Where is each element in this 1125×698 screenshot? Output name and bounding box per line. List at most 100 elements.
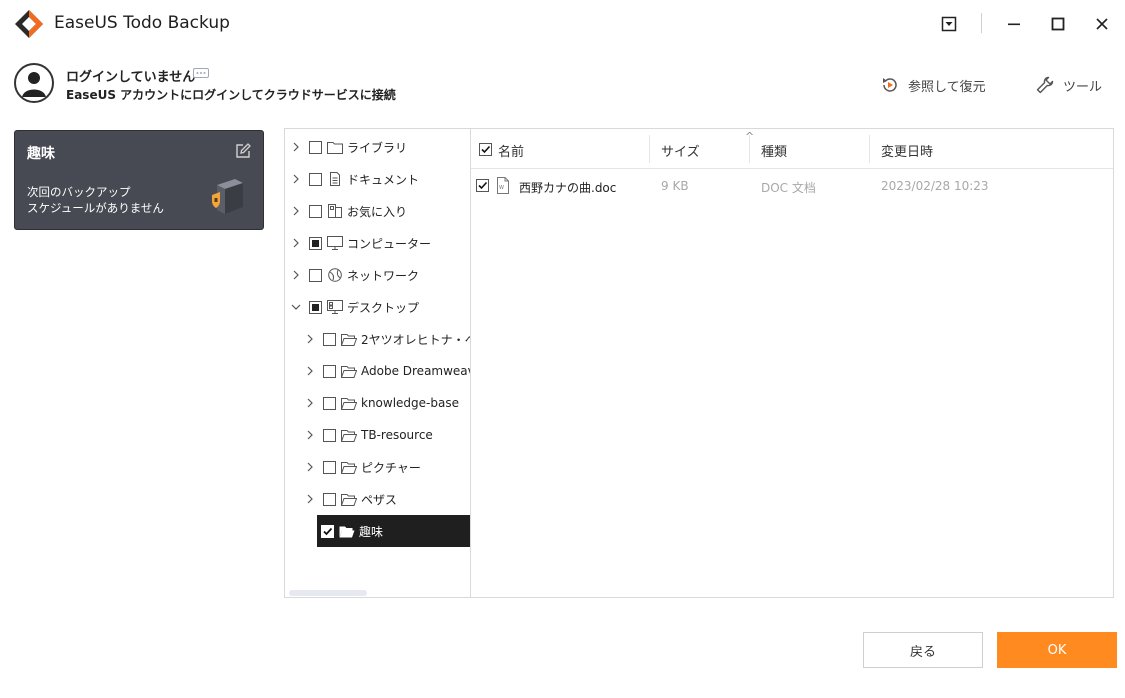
column-name[interactable]: 名前 — [498, 141, 524, 160]
wrench-icon — [1036, 76, 1054, 94]
chevron-right-icon[interactable] — [303, 396, 317, 410]
tree-checkbox-checked[interactable] — [321, 524, 334, 538]
minimize-button[interactable] — [1000, 10, 1028, 38]
app-title: EaseUS Todo Backup — [54, 13, 230, 33]
easeus-logo-icon — [15, 10, 43, 38]
tree-checkbox[interactable] — [323, 332, 336, 346]
select-all-checkbox[interactable] — [479, 143, 492, 156]
chevron-right-icon[interactable] — [289, 140, 303, 154]
file-row[interactable]: W 西野カナの曲.doc 9 KB DOC 文档 2023/02/28 10:2… — [471, 171, 1113, 201]
tree-child-folder[interactable]: 2ヤツオレヒトナ・ヘシニャ — [303, 323, 470, 355]
browse-restore-button[interactable]: 参照して復元 — [880, 74, 986, 96]
tree-item-label: 趣味 — [359, 524, 384, 539]
file-row-checkbox[interactable] — [476, 179, 489, 192]
column-divider[interactable] — [649, 135, 650, 163]
column-modified[interactable]: 変更日時 — [881, 141, 933, 160]
folder-open-icon — [341, 364, 357, 378]
chevron-right-icon[interactable] — [289, 236, 303, 250]
column-size[interactable]: サイズ — [661, 141, 700, 160]
backup-task-card[interactable]: 趣味 次回のバックアップ スケジュールがありません — [14, 130, 264, 230]
task-schedule: 次回のバックアップ スケジュールがありません — [27, 184, 164, 216]
folder-open-icon — [339, 524, 355, 538]
chevron-right-icon[interactable] — [289, 268, 303, 282]
tree-item-documents[interactable]: ドキュメント — [289, 163, 419, 195]
tree-checkbox[interactable] — [309, 204, 322, 218]
folder-open-icon — [341, 396, 357, 410]
tree-checkbox[interactable] — [309, 236, 322, 250]
column-divider[interactable] — [869, 135, 870, 163]
tree-item-network[interactable]: ネットワーク — [289, 259, 419, 291]
chevron-right-icon[interactable] — [289, 172, 303, 186]
tree-checkbox[interactable] — [309, 300, 322, 314]
tree-child-folder[interactable]: ピクチャー — [303, 451, 421, 483]
tree-child-folder[interactable]: TB-resource — [303, 419, 433, 451]
dropdown-box-icon — [941, 16, 957, 32]
task-name: 趣味 — [27, 146, 55, 162]
tree-checkbox[interactable] — [323, 396, 336, 410]
tree-item-label: お気に入り — [347, 204, 408, 219]
restore-icon — [883, 78, 897, 92]
tree-horizontal-scrollbar[interactable] — [289, 590, 367, 596]
user-icon — [22, 72, 46, 97]
tree-item-label: ネットワーク — [347, 268, 420, 283]
login-prompt[interactable]: EaseUS アカウントにログインしてクラウドサービスに接続 — [66, 86, 396, 103]
folder-open-icon — [341, 428, 357, 442]
dropdown-menu-button[interactable] — [935, 10, 963, 38]
back-button[interactable]: 戻る — [863, 632, 983, 668]
tree-item-library[interactable]: ライブラリ — [289, 131, 407, 163]
chevron-right-icon[interactable] — [303, 332, 317, 346]
folder-tree: ライブラリ ドキュメント お気に入り コンピューター ネットワーク デスクトップ… — [285, 129, 471, 597]
avatar[interactable] — [14, 63, 54, 103]
chevron-right-icon[interactable] — [303, 492, 317, 506]
tree-item-desktop[interactable]: デスクトップ — [289, 291, 419, 323]
tree-checkbox[interactable] — [309, 140, 322, 154]
folder-open-icon — [341, 492, 357, 506]
message-icon — [193, 68, 209, 78]
tree-checkbox[interactable] — [323, 364, 336, 378]
tree-checkbox[interactable] — [323, 428, 336, 442]
tree-checkbox[interactable] — [309, 172, 322, 186]
login-status[interactable]: ログインしていません — [66, 66, 195, 85]
task-schedule-line2: スケジュールがありません — [27, 201, 164, 215]
folder-open-icon — [341, 332, 357, 346]
tree-item-label: コンピューター — [347, 236, 432, 251]
title-bar: EaseUS Todo Backup — [0, 0, 1125, 46]
tree-item-label: ドキュメント — [347, 172, 420, 187]
column-type[interactable]: 種類 — [761, 141, 787, 160]
maximize-button[interactable] — [1044, 10, 1072, 38]
tree-checkbox[interactable] — [323, 460, 336, 474]
tree-child-selected[interactable]: 趣味 — [317, 515, 470, 547]
tree-item-computer[interactable]: コンピューター — [289, 227, 431, 259]
tree-item-label: TB-resource — [361, 428, 433, 442]
file-list: ^ 名前 サイズ 種類 変更日時 W 西野カナの曲.doc 9 KB DOC 文 — [471, 129, 1113, 597]
column-divider[interactable] — [749, 135, 750, 163]
chevron-right-icon[interactable] — [289, 204, 303, 218]
tree-child-folder[interactable]: ペザス — [303, 483, 397, 515]
file-type: DOC 文档 — [761, 181, 816, 195]
tree-child-folder[interactable]: knowledge-base — [303, 387, 459, 419]
tree-child-folder[interactable]: Adobe Dreamweav — [303, 355, 470, 387]
desktop-icon — [327, 300, 343, 314]
title-separator — [981, 13, 982, 33]
chevron-down-icon[interactable] — [289, 300, 303, 314]
browse-restore-label: 参照して復元 — [908, 79, 986, 95]
tree-checkbox[interactable] — [309, 268, 322, 282]
tree-item-favorites[interactable]: お気に入り — [289, 195, 407, 227]
close-button[interactable] — [1088, 10, 1116, 38]
chevron-right-icon[interactable] — [303, 364, 317, 378]
chevron-right-icon[interactable] — [303, 428, 317, 442]
task-schedule-line1: 次回のバックアップ — [27, 185, 131, 199]
ok-button[interactable]: OK — [997, 632, 1117, 668]
tree-item-label: 2ヤツオレヒトナ・ヘシニャ — [361, 332, 470, 347]
chevron-right-icon[interactable] — [303, 460, 317, 474]
tools-button[interactable]: ツール — [1035, 74, 1102, 96]
edit-icon[interactable] — [235, 143, 251, 159]
close-icon — [1096, 18, 1108, 30]
tree-item-label: ライブラリ — [347, 140, 408, 155]
folder-open-icon — [341, 460, 357, 474]
tree-checkbox[interactable] — [323, 492, 336, 506]
file-name: 西野カナの曲.doc — [519, 181, 617, 195]
file-size: 9 KB — [661, 179, 689, 193]
tree-item-label: ピクチャー — [361, 460, 421, 475]
minimize-icon — [1008, 23, 1020, 26]
